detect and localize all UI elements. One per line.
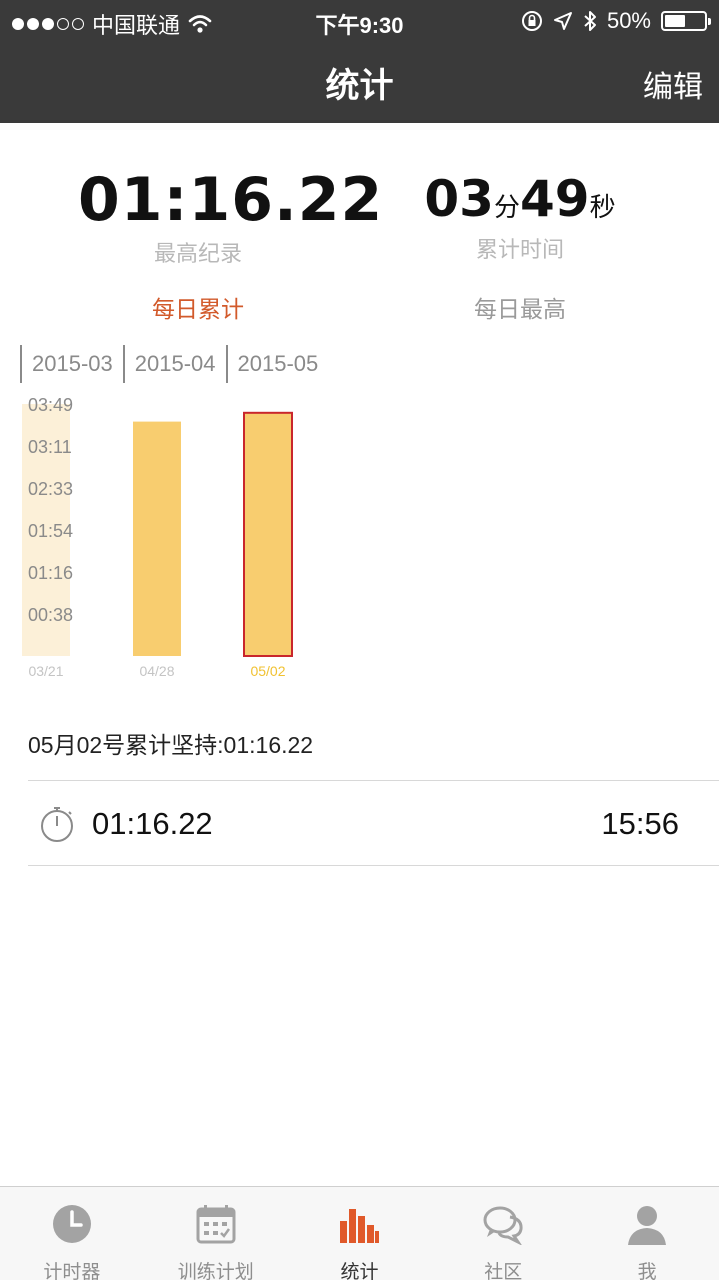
y-tick-label: 02:33 [28, 479, 73, 499]
x-tick-label: 05/02 [250, 663, 285, 679]
tab-training-plan[interactable]: 训练计划 [144, 1187, 288, 1280]
best-record-value: 01:16.22 [78, 165, 384, 235]
tab-me[interactable]: 我 [575, 1187, 719, 1280]
total-seconds: 49 [520, 170, 590, 228]
tab-label: 训练计划 [177, 1262, 254, 1280]
clock-icon [52, 1205, 91, 1243]
y-tick-label: 03:49 [28, 395, 73, 415]
daily-max-toggle[interactable]: 每日最高 [400, 290, 640, 324]
seconds-unit: 秒 [589, 192, 616, 222]
tab-label: 我 [637, 1262, 657, 1280]
tab-label: 社区 [484, 1262, 523, 1280]
top-bar: 中国联通 下午9:30 50% 统计 编辑 [0, 0, 719, 123]
location-arrow-icon [553, 12, 572, 30]
x-tick-label: 03/21 [28, 663, 63, 679]
calendar-icon [196, 1205, 236, 1244]
y-tick-label: 01:16 [28, 563, 73, 583]
tab-label: 计时器 [43, 1262, 101, 1280]
total-time-value: 03分49秒 [400, 170, 640, 228]
rotation-lock-icon [521, 11, 542, 31]
record-row[interactable]: 01:16.22 15:56 [28, 780, 719, 866]
y-tick-label: 03:11 [28, 437, 72, 457]
best-record-label: 最高纪录 [153, 241, 242, 266]
record-duration: 01:16.22 [92, 806, 213, 841]
minutes-unit: 分 [493, 192, 520, 222]
tab-statistics[interactable]: 统计 [288, 1187, 432, 1280]
x-tick-label: 04/28 [139, 663, 174, 679]
tab-bar: 计时器 训练计划 统计 社区 我 [0, 1186, 719, 1280]
tab-label: 统计 [340, 1262, 379, 1280]
battery-percent: 50% [606, 8, 651, 33]
edit-button[interactable]: 编辑 [643, 62, 703, 106]
status-right: 50% [521, 8, 711, 34]
person-icon [628, 1206, 667, 1245]
bluetooth-icon [584, 11, 596, 31]
chart-bar[interactable] [133, 421, 181, 656]
month-tab[interactable]: 2015-03 [20, 345, 123, 383]
status-bar: 中国联通 下午9:30 50% [0, 0, 719, 40]
tab-community[interactable]: 社区 [431, 1187, 575, 1280]
month-tab[interactable]: 2015-05 [225, 345, 329, 383]
day-summary-text: 05月02号累计坚持:01:16.22 [28, 732, 314, 758]
month-tab[interactable]: 2015-04 [122, 345, 226, 383]
record-time: 15:56 [601, 806, 679, 841]
battery-icon [661, 11, 711, 31]
total-time-label: 累计时间 [475, 237, 564, 262]
stopwatch-icon [41, 807, 73, 842]
chat-bubbles-icon [483, 1206, 523, 1245]
total-minutes: 03 [424, 170, 494, 228]
y-tick-label: 00:38 [28, 605, 73, 625]
month-selector: 2015-03 2015-04 2015-05 [20, 345, 328, 383]
bar-chart-icon [340, 1209, 380, 1243]
page-title: 统计 [325, 67, 394, 105]
chart-bar[interactable] [243, 411, 293, 657]
daily-total-toggle[interactable]: 每日累计 [78, 290, 318, 324]
tab-timer[interactable]: 计时器 [0, 1187, 144, 1280]
daily-total-bar-chart: 03/21 04/28 05/02 03:49 03:11 02:33 01:54 01:16… [22, 395, 293, 679]
y-tick-label: 01:54 [28, 521, 73, 541]
